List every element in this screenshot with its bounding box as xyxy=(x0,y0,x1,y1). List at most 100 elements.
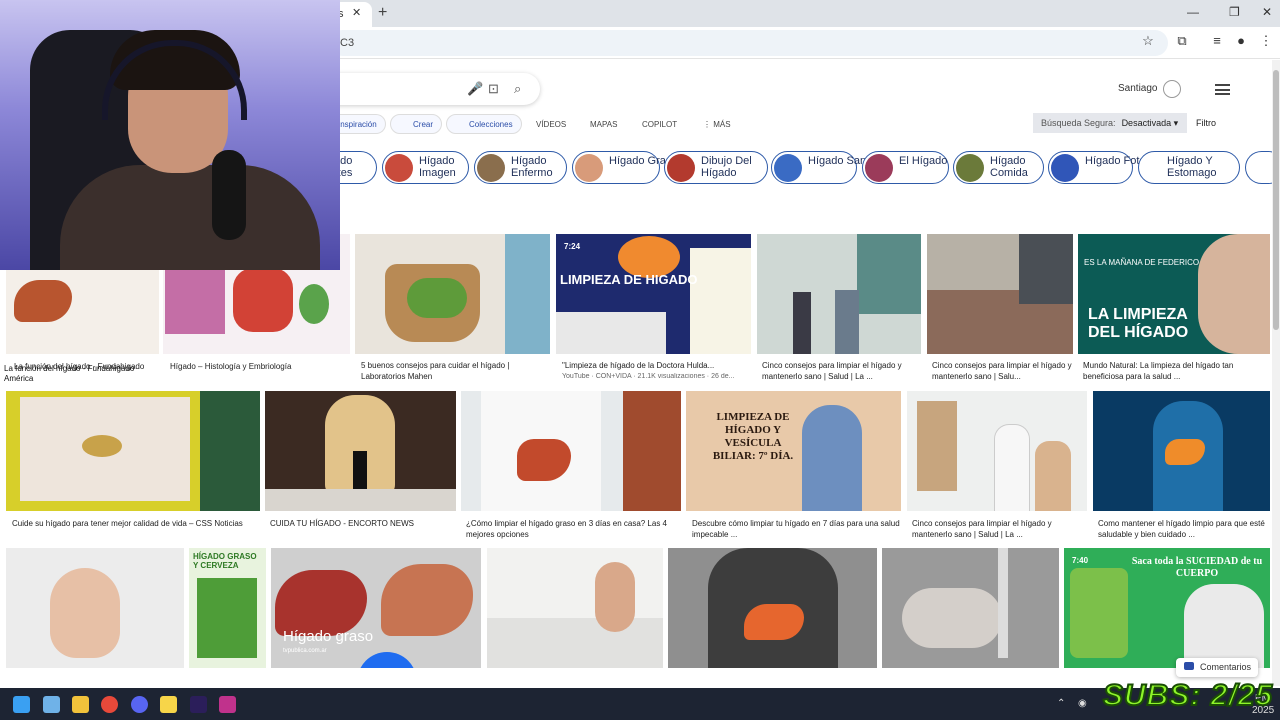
nav-mapas[interactable]: MAPAS xyxy=(590,120,617,129)
image-tile[interactable] xyxy=(265,391,456,511)
file-explorer-icon[interactable] xyxy=(72,696,89,713)
chip-higado-sano[interactable]: Hígado Sano xyxy=(771,151,872,184)
search-box[interactable]: 🎤 ⊡ ⌕ xyxy=(330,73,540,105)
close-tab-icon[interactable]: ✕ xyxy=(352,6,361,19)
image-caption[interactable]: Cuide su hígado para tener mejor calidad… xyxy=(12,518,252,529)
reading-list-icon[interactable]: ≡ xyxy=(1208,33,1226,51)
page-scrollbar[interactable] xyxy=(1272,60,1280,686)
hamburger-menu-icon[interactable] xyxy=(1215,84,1230,95)
chip-higado-imagen[interactable]: Hígado Imagen xyxy=(382,151,469,184)
image-caption[interactable]: "Limpieza de hígado de la Doctora Hulda.… xyxy=(562,360,751,371)
image-tile[interactable] xyxy=(757,234,921,354)
image-tile[interactable]: Hígado graso tvpublica.com.ar xyxy=(271,548,481,668)
yellow-eye xyxy=(82,435,122,457)
body-image xyxy=(1184,584,1264,668)
image-tile[interactable] xyxy=(355,234,550,354)
sticky-notes-icon[interactable] xyxy=(160,696,177,713)
person-image xyxy=(505,234,550,354)
image-caption[interactable]: CUIDA TU HÍGADO - ENCORTO NEWS xyxy=(270,518,460,529)
nav-crear[interactable]: Crear xyxy=(390,114,443,134)
thumbnail-title: Hígado graso xyxy=(283,628,374,645)
image-tile[interactable] xyxy=(882,548,1059,668)
image-tile[interactable]: LIMPIEZA DE HÍGADO Y VESÍCULA BILIAR: 7º… xyxy=(686,391,901,511)
chip-higado-foto[interactable]: Hígado Foto xyxy=(1048,151,1146,184)
microphone-icon[interactable]: 🎤 xyxy=(467,81,483,97)
chip-higado-graso[interactable]: Hígado Graso xyxy=(572,151,677,184)
safe-search-dropdown[interactable]: Búsqueda Segura: Desactivada ▾ xyxy=(1033,113,1187,133)
person-image xyxy=(1198,234,1270,354)
taskview-icon[interactable] xyxy=(43,696,60,713)
comment-icon xyxy=(1184,662,1194,670)
image-tile[interactable] xyxy=(668,548,877,668)
discord-icon[interactable] xyxy=(131,696,148,713)
chip-dibujo-del-higado[interactable]: Dibujo Del Hígado xyxy=(664,151,768,184)
bookmark-star-icon[interactable]: ☆ xyxy=(1139,33,1157,51)
image-caption[interactable]: ¿Cómo limpiar el hígado graso en 3 días … xyxy=(466,518,682,540)
tray-discord-icon[interactable]: ◉ xyxy=(1078,698,1087,709)
image-caption[interactable]: Cinco consejos para limpiar el hígado y … xyxy=(932,360,1074,382)
premiere-icon[interactable] xyxy=(190,696,207,713)
image-caption[interactable]: Cinco consejos para limpiar el hígado y … xyxy=(912,518,1088,540)
chrome-icon[interactable] xyxy=(101,696,118,713)
chip-higado-y-estomago[interactable]: Hígado Y Estomago xyxy=(1138,151,1240,184)
image-caption[interactable]: Mundo Natural: La limpieza del hígado ta… xyxy=(1083,360,1271,382)
person-silhouette xyxy=(835,290,859,354)
menu-dots-icon[interactable]: ⋮ xyxy=(1257,33,1275,51)
extensions-icon[interactable]: ⧉ xyxy=(1173,33,1191,51)
user-avatar[interactable] xyxy=(1163,80,1181,98)
image-caption[interactable]: Cinco consejos para limpiar el hígado y … xyxy=(762,360,922,382)
image-tile[interactable] xyxy=(907,391,1087,511)
image-tile[interactable] xyxy=(6,548,184,668)
image-tile[interactable] xyxy=(1093,391,1270,511)
profile-icon[interactable]: ● xyxy=(1232,33,1250,51)
diagram-green-shape xyxy=(299,284,329,324)
image-caption[interactable]: Hígado – Histología y Embriología xyxy=(170,361,350,372)
nav-copilot[interactable]: COPILOT xyxy=(642,120,677,129)
nav-colecciones[interactable]: Colecciones xyxy=(446,114,522,134)
nav-mas[interactable]: ⋮ MÁS xyxy=(703,120,731,129)
new-tab-button[interactable]: + xyxy=(378,4,387,22)
comments-button[interactable]: Comentarios xyxy=(1176,658,1258,677)
microphone-image xyxy=(212,150,246,240)
chip-thumbnail xyxy=(575,154,603,182)
olive-oil-image xyxy=(690,248,751,354)
tray-chevron-icon[interactable]: ⌃ xyxy=(1057,698,1065,709)
image-tile[interactable]: HÍGADO GRASO Y CERVEZA xyxy=(189,548,266,668)
image-tile[interactable]: ES LA MAÑANA DE FEDERICO LA LIMPIEZA DEL… xyxy=(1078,234,1270,354)
image-caption[interactable]: Descubre cómo limpiar tu hígado en 7 día… xyxy=(692,518,902,540)
user-name[interactable]: Santiago xyxy=(1118,83,1157,94)
minimize-icon[interactable]: — xyxy=(1187,5,1199,19)
image-caption[interactable]: 5 buenos consejos para cuidar el hígado … xyxy=(361,360,551,382)
video-tile[interactable]: 7:40 Saca toda la SUCIEDAD de tu CUERPO xyxy=(1064,548,1270,668)
chip-higado-comida[interactable]: Hígado Comida xyxy=(953,151,1044,184)
close-window-icon[interactable]: ✕ xyxy=(1262,5,1272,19)
image-tile[interactable] xyxy=(487,548,663,668)
nav-videos[interactable]: VÍDEOS xyxy=(536,120,566,129)
windows-start-icon[interactable] xyxy=(13,696,30,713)
image-caption[interactable]: Como mantener el hígado limpio para que … xyxy=(1098,518,1272,540)
address-bar[interactable]: C3 xyxy=(330,30,1168,56)
histology-image xyxy=(165,264,225,334)
visual-search-icon[interactable]: ⊡ xyxy=(488,81,499,97)
video-duration: 7:40 xyxy=(1072,556,1089,565)
liver-diagram xyxy=(233,268,293,332)
shelf-image xyxy=(917,401,957,491)
vegetables-image xyxy=(407,278,467,318)
salt-image xyxy=(556,312,666,354)
scrollbar-thumb[interactable] xyxy=(1273,70,1279,330)
restore-icon[interactable]: ❐ xyxy=(1229,5,1240,19)
thumbnail-title: LIMPIEZA DE HIGADO xyxy=(560,272,698,287)
side-photo xyxy=(200,391,260,511)
image-tile[interactable] xyxy=(461,391,681,511)
chip-higado-enfermo[interactable]: Hígado Enfermo xyxy=(474,151,567,184)
chip-el-higado[interactable]: El Hígado xyxy=(862,151,949,184)
doctor-image xyxy=(995,425,1029,511)
app-icon[interactable] xyxy=(219,696,236,713)
search-icon[interactable]: ⌕ xyxy=(514,81,521,97)
video-tile[interactable]: 7:24 LIMPIEZA DE HIGADO xyxy=(556,234,751,354)
subs-counter-overlay: SUBS: 2/25 xyxy=(1102,678,1274,713)
image-tile[interactable] xyxy=(927,234,1073,354)
filter-button[interactable]: Filtro xyxy=(1196,118,1216,128)
thumbnail-source: tvpublica.com.ar xyxy=(283,648,327,654)
image-tile[interactable] xyxy=(6,391,260,511)
